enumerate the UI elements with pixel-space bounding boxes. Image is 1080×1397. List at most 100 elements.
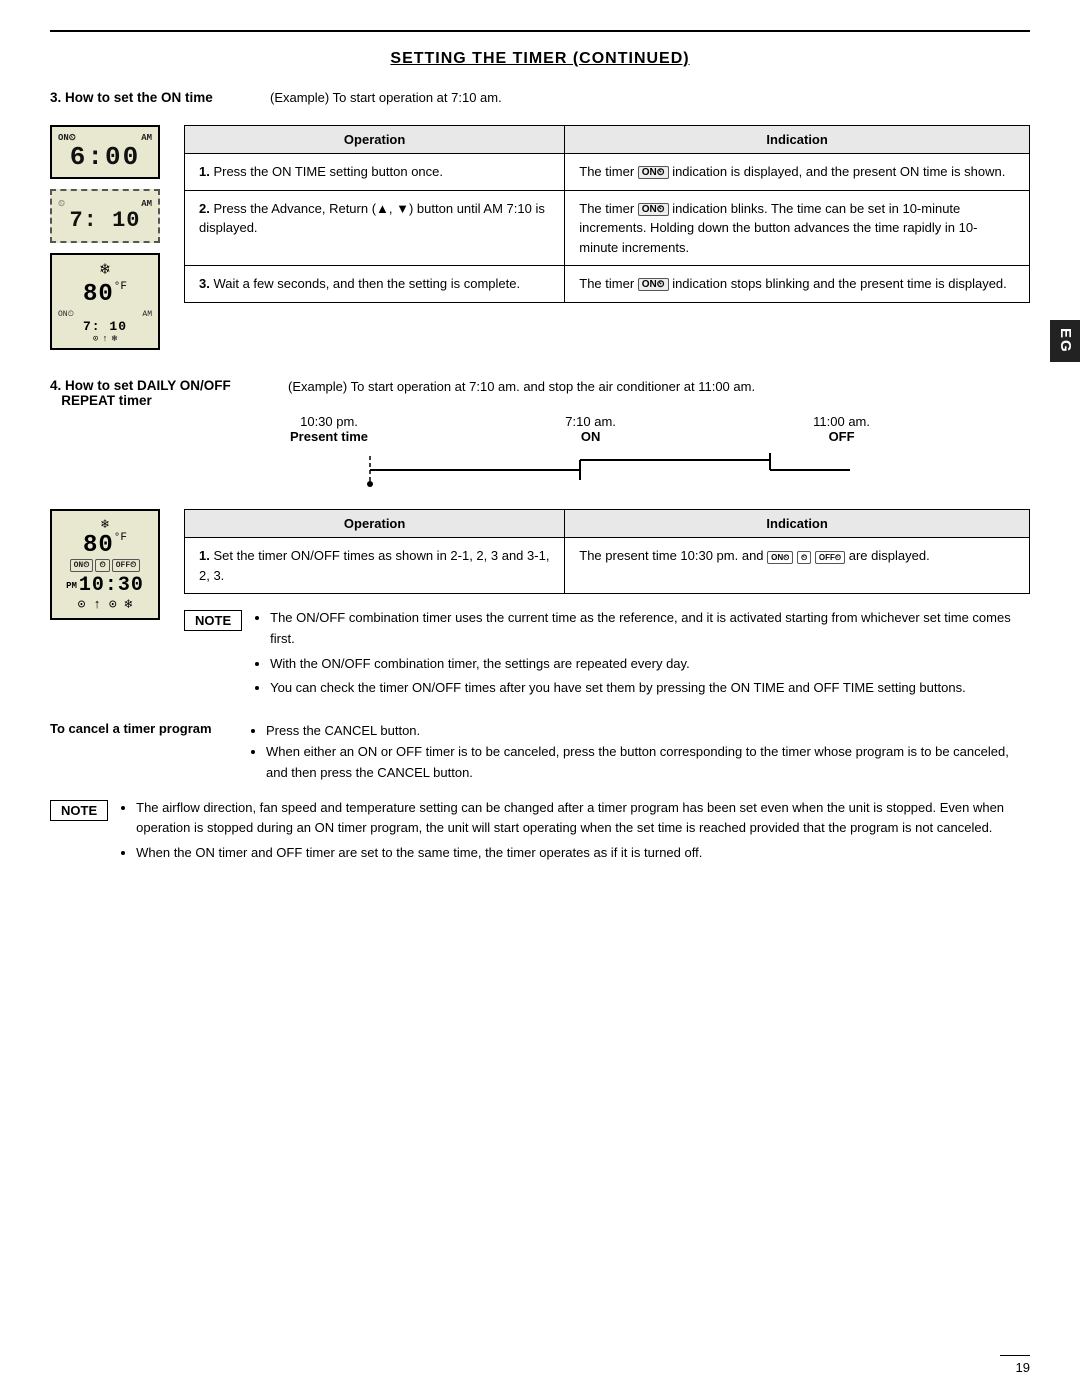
section4-table: Operation Indication 1. Set the timer ON… — [184, 509, 1030, 594]
timeline-label1-top: 10:30 pm. — [300, 414, 358, 429]
lcd2-time: 7: 10 — [69, 209, 140, 233]
note-block-2: NOTE The airflow direction, fan speed an… — [50, 798, 1030, 868]
section3-row2-ind: The timer ON⏲ indication blinks. The tim… — [565, 190, 1030, 266]
section4-row1-ind: The present time 10:30 pm. and ON⏲ ⏲ OFF… — [565, 538, 1030, 594]
section3-table-wrap: Operation Indication 1. Press the ON TIM… — [184, 125, 1030, 303]
note1-item2: With the ON/OFF combination timer, the s… — [270, 654, 1030, 675]
on-timer-icon: ON⏲ — [638, 166, 669, 179]
note-block-1: NOTE The ON/OFF combination timer uses t… — [184, 608, 1030, 703]
lcd4-icons: ⊙ ↑ ⊙ ❄ — [78, 597, 133, 612]
lcd3-icon1: ⊙ — [93, 334, 98, 344]
lcd4-on-off-row: ON⏲ ⏲ OFF⏲ — [70, 559, 141, 572]
lcd3-temp-value: 80 — [83, 281, 114, 308]
table-row: 1. Set the timer ON/OFF times as shown i… — [185, 538, 1030, 594]
lcd3-bottom: ON⏲ AM — [58, 310, 152, 319]
step2-num: 2. — [199, 201, 210, 216]
section4-header: 4. How to set DAILY ON/OFF REPEAT timer — [50, 378, 270, 408]
section-4: 4. How to set DAILY ON/OFF REPEAT timer … — [50, 378, 1030, 868]
lcd-display-4: ❄ 80 °F ON⏲ ⏲ OFF⏲ PM 10:30 ⊙ ↑ ⊙ ❄ — [50, 509, 160, 620]
on-timer-icon-3: ON⏲ — [638, 278, 669, 291]
timeline-label-present: 10:30 pm. Present time — [290, 414, 368, 444]
lcd4-temp-area: 80 °F — [83, 532, 127, 559]
section3-body: ON⏲ AM 6:00 ⏲ AM 7: 10 ❄ 80 °F — [50, 125, 1030, 350]
top-border — [50, 30, 1030, 32]
note-label-2: NOTE — [50, 800, 108, 821]
timer-badge: ⏲ — [797, 551, 811, 564]
section4-col-indication: Indication — [565, 510, 1030, 538]
timeline-label2-top: 7:10 am. — [565, 414, 616, 429]
section3-col-operation: Operation — [185, 126, 565, 154]
section3-example: (Example) To start operation at 7:10 am. — [270, 90, 502, 105]
timeline-label3-bottom: OFF — [829, 429, 855, 444]
lcd4-off-badge: OFF⏲ — [112, 559, 141, 572]
section3-row2-op: 2. Press the Advance, Return (▲, ▼) butt… — [185, 190, 565, 266]
lcd3-on-label: ON⏲ — [58, 310, 74, 319]
step1-num: 1. — [199, 164, 210, 179]
page-title: SETTING THE TIMER (CONTINUED) — [50, 50, 1030, 68]
lcd1-time: 6:00 — [70, 143, 140, 172]
lcd3-degree: °F — [114, 281, 127, 293]
note2-item2: When the ON timer and OFF timer are set … — [136, 843, 1030, 864]
section4-col-operation: Operation — [185, 510, 565, 538]
on-timer-icon-2: ON⏲ — [638, 203, 669, 216]
timeline-labels-top: 10:30 pm. Present time 7:10 am. ON 11:00… — [290, 414, 870, 444]
lcd-display-2: ⏲ AM 7: 10 — [50, 189, 160, 243]
section3-row3-ind: The timer ON⏲ indication stops blinking … — [565, 266, 1030, 303]
table-row: 3. Wait a few seconds, and then the sett… — [185, 266, 1030, 303]
lcd4-timer-badge: ⏲ — [95, 559, 109, 572]
cancel-item2: When either an ON or OFF timer is to be … — [266, 742, 1030, 784]
step1-num-s4: 1. — [199, 548, 210, 563]
section3-row1-op: 1. Press the ON TIME setting button once… — [185, 154, 565, 191]
timeline-diagram: 10:30 pm. Present time 7:10 am. ON 11:00… — [290, 414, 1030, 499]
off-timer-badge: OFF⏲ — [815, 551, 845, 564]
note-content-1: The ON/OFF combination timer uses the cu… — [252, 608, 1030, 703]
lcd3-time-bottom: 7: 10 — [83, 319, 127, 334]
cancel-content: Press the CANCEL button. When either an … — [248, 721, 1030, 783]
lcd4-icon4: ❄ — [125, 597, 133, 612]
section4-table-wrap: Operation Indication 1. Set the timer ON… — [184, 509, 1030, 703]
section3-row3-op: 3. Wait a few seconds, and then the sett… — [185, 266, 565, 303]
lcd4-time-value: 10:30 — [79, 574, 144, 597]
lcd2-on-label: ⏲ — [58, 199, 65, 209]
lcd4-icon2: ↑ — [93, 597, 101, 612]
lcd3-temp-area: 80 °F — [83, 281, 127, 308]
lcd4-icon3: ⊙ — [109, 597, 117, 612]
timeline-label2-bottom: ON — [581, 429, 601, 444]
lcd-display-1: ON⏲ AM 6:00 — [50, 125, 160, 179]
eg-badge: EG — [1050, 320, 1080, 362]
section4-body: ❄ 80 °F ON⏲ ⏲ OFF⏲ PM 10:30 ⊙ ↑ ⊙ ❄ — [50, 509, 1030, 703]
lcd-display-3: ❄ 80 °F ON⏲ AM 7: 10 ⊙ ↑ ❄ — [50, 253, 160, 350]
section3-header: 3. How to set the ON time — [50, 90, 270, 105]
note1-item3: You can check the timer ON/OFF times aft… — [270, 678, 1030, 699]
lcd3-icons: ⊙ ↑ ❄ — [93, 334, 117, 344]
note1-item1: The ON/OFF combination timer uses the cu… — [270, 608, 1030, 650]
section4-example: (Example) To start operation at 7:10 am.… — [288, 378, 755, 394]
note-label-1: NOTE — [184, 610, 242, 631]
lcd4-degree: °F — [114, 532, 127, 544]
cancel-section: To cancel a timer program Press the CANC… — [50, 721, 1030, 783]
lcd1-am-label: AM — [141, 133, 152, 143]
lcd3-snowflake: ❄ — [100, 259, 110, 279]
section3-row1-ind: The timer ON⏲ indication is displayed, a… — [565, 154, 1030, 191]
section4-header-block: 4. How to set DAILY ON/OFF REPEAT timer — [50, 378, 270, 408]
lcd4-on-badge: ON⏲ — [70, 559, 94, 572]
note-content-2: The airflow direction, fan speed and tem… — [118, 798, 1030, 868]
section-3: 3. How to set the ON time (Example) To s… — [50, 90, 1030, 350]
lcd4-icon1: ⊙ — [78, 597, 86, 612]
note2-item1: The airflow direction, fan speed and tem… — [136, 798, 1030, 840]
section4-top: 4. How to set DAILY ON/OFF REPEAT timer … — [50, 378, 1030, 408]
lcd3-icon3: ❄ — [112, 334, 117, 344]
lcd4-snowflake: ❄ — [101, 517, 109, 532]
lcd3-am-time: AM — [142, 310, 152, 319]
section4-row1-op: 1. Set the timer ON/OFF times as shown i… — [185, 538, 565, 594]
lcd4-pm-area: PM 10:30 — [66, 574, 144, 597]
table-row: 1. Press the ON TIME setting button once… — [185, 154, 1030, 191]
timeline-label1-bottom: Present time — [290, 429, 368, 444]
section3-col-indication: Indication — [565, 126, 1030, 154]
timeline-label-on: 7:10 am. ON — [565, 414, 616, 444]
lcd3-icon2: ↑ — [102, 334, 107, 344]
timeline-svg — [290, 446, 870, 496]
page-number: 19 — [1000, 1355, 1030, 1375]
lcd4-pm-label: PM — [66, 581, 77, 591]
step3-num: 3. — [199, 276, 210, 291]
